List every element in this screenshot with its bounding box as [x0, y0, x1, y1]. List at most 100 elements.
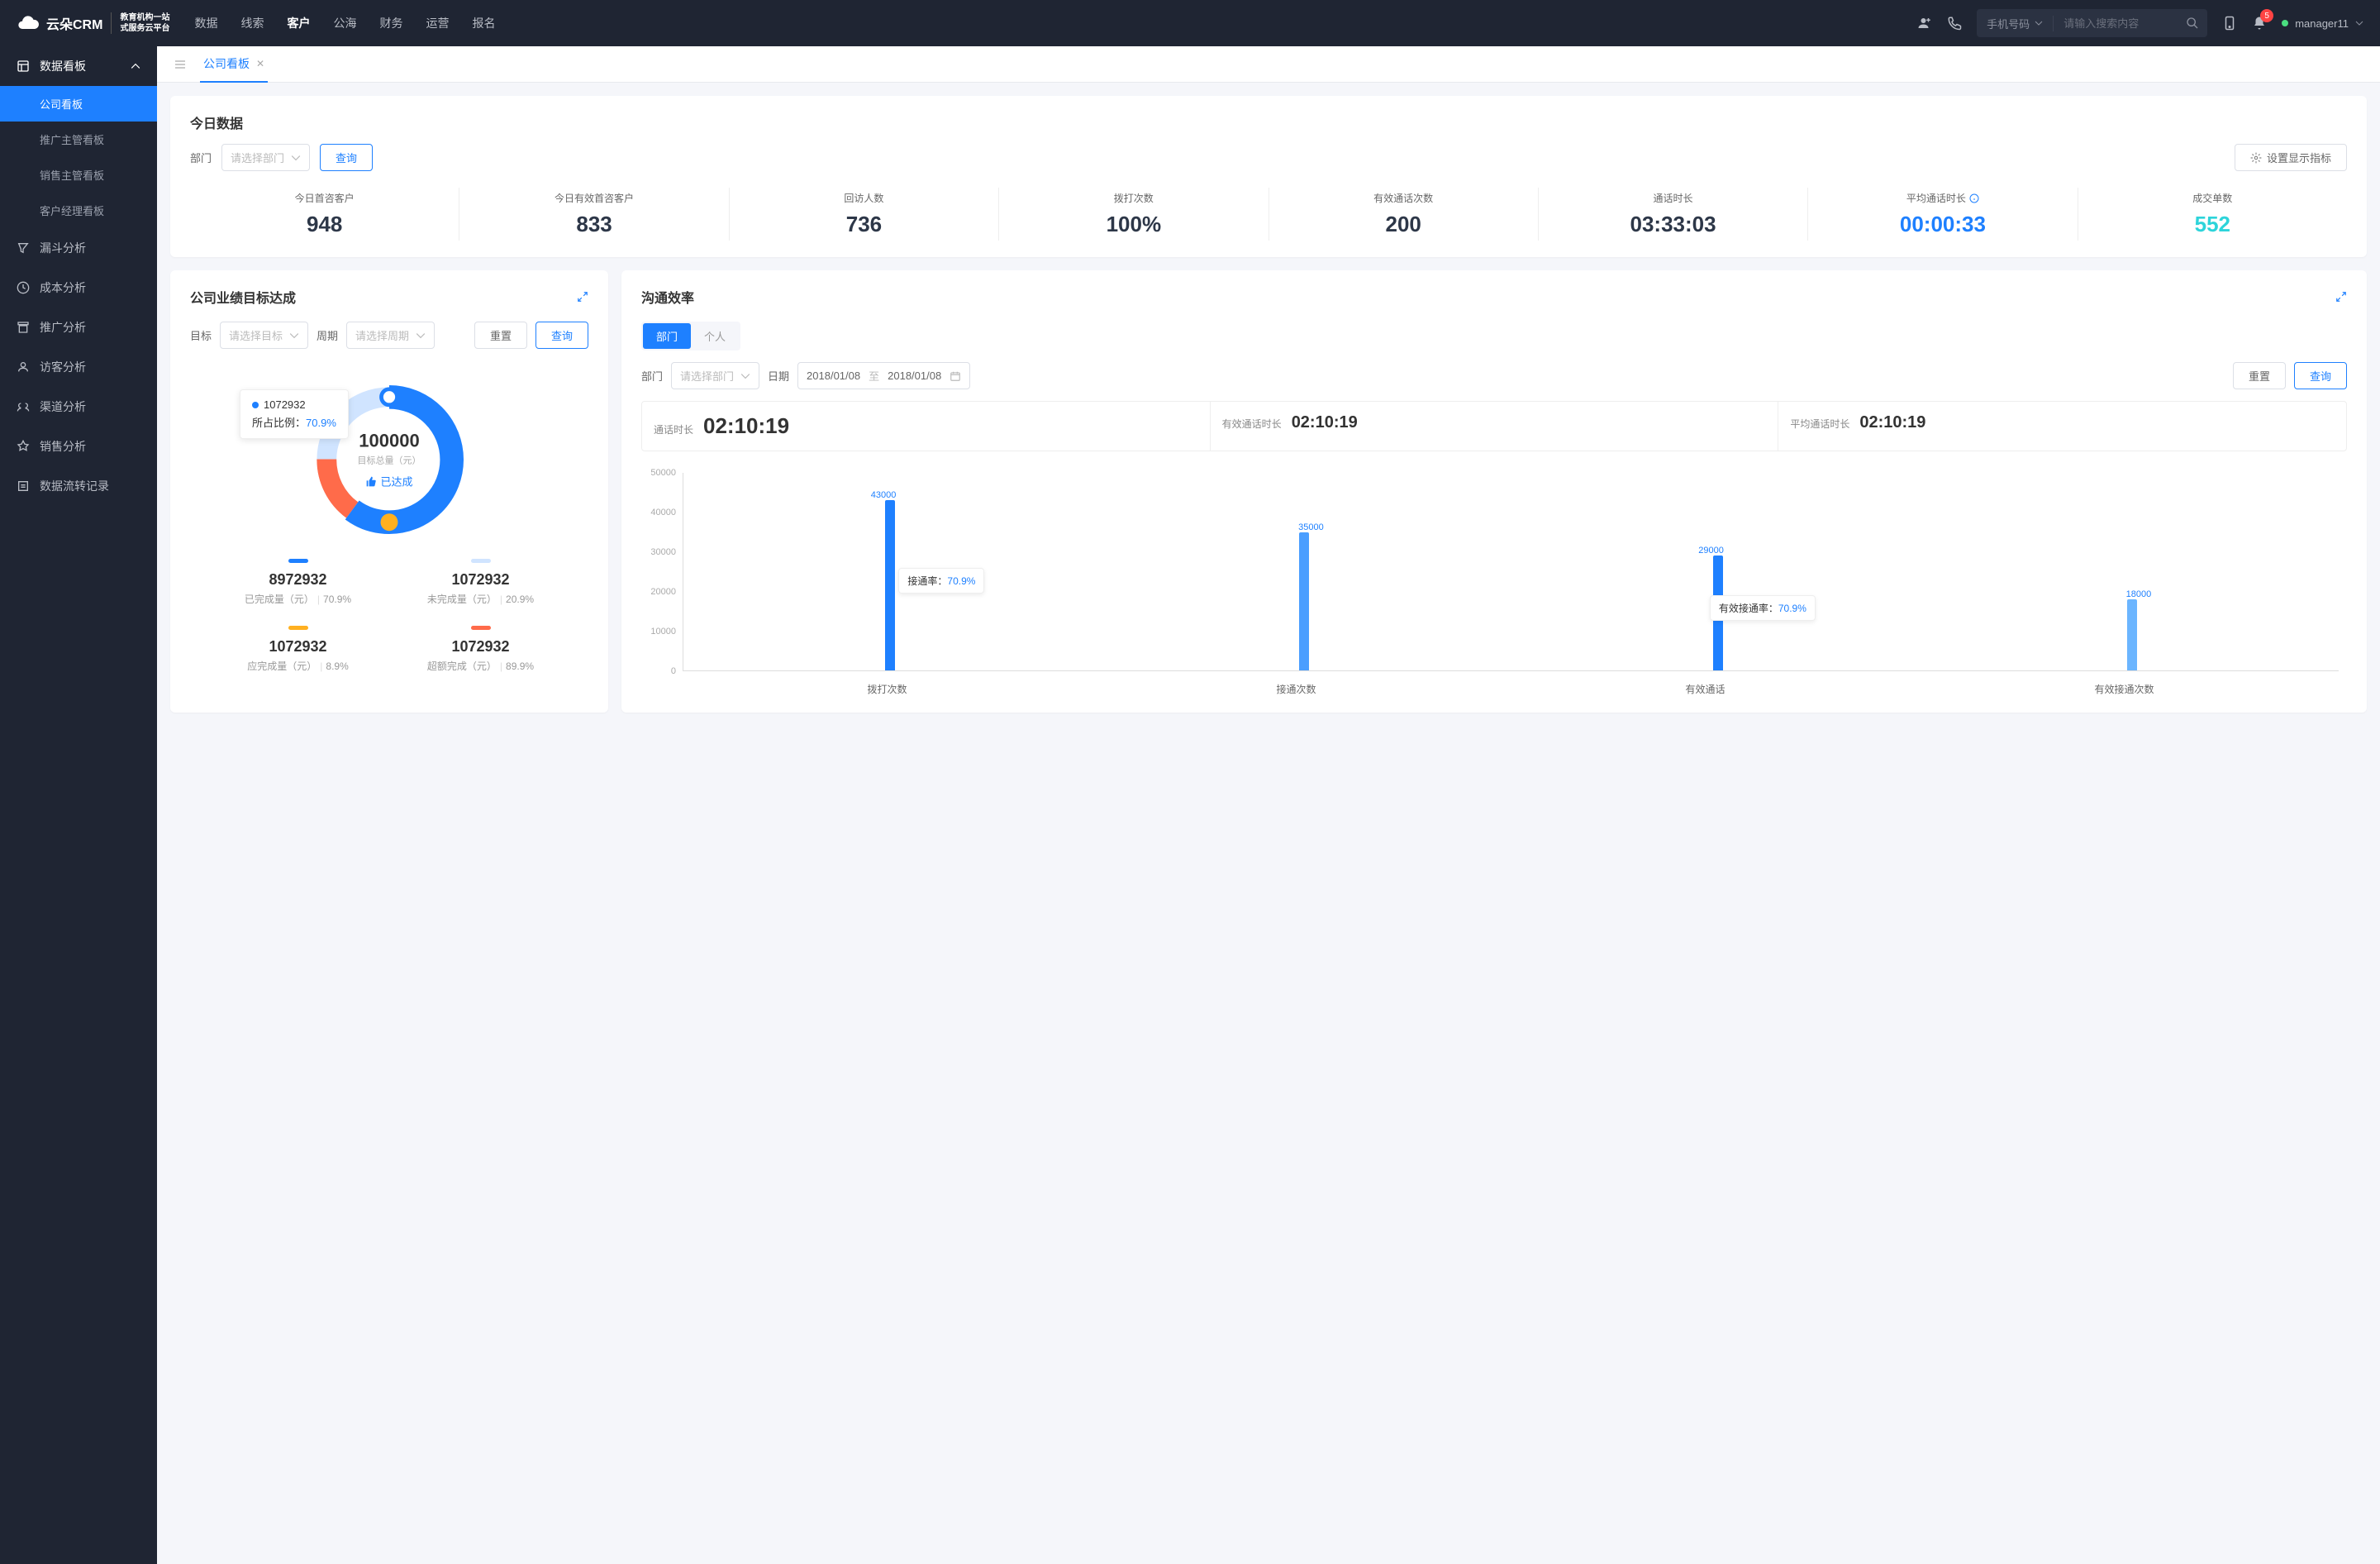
- today-data-card: 今日数据 部门 请选择部门 查询 设置显示指标 今日首咨客户948今日有效首咨客…: [170, 96, 2367, 257]
- user-add-icon[interactable]: [1917, 16, 1932, 31]
- sidebar-item[interactable]: 客户经理看板: [0, 193, 157, 228]
- anno-connect-rate: 接通率：70.9%: [898, 568, 984, 594]
- chevron-down-icon: [289, 331, 299, 341]
- search-input[interactable]: [2054, 17, 2178, 30]
- sidebar-item[interactable]: 渠道分析: [0, 387, 157, 427]
- nav-icon: [17, 241, 30, 255]
- dept-select[interactable]: 请选择部门: [671, 362, 759, 389]
- bar-chart: 01000020000300004000050000 4300035000290…: [641, 465, 2347, 696]
- topnav-item[interactable]: 数据: [194, 12, 217, 35]
- donut-status: 已达成: [358, 474, 421, 489]
- segment-control: 部门 个人: [641, 322, 740, 350]
- chevron-down-icon: [291, 153, 301, 163]
- card-title: 公司业绩目标达成: [190, 287, 296, 307]
- user-name: manager11: [2295, 17, 2349, 30]
- search-button[interactable]: [2178, 9, 2207, 37]
- metric: 通话时长03:33:03: [1539, 188, 1808, 241]
- logo-text: 云朵CRM: [46, 13, 102, 33]
- user-menu[interactable]: manager11: [2282, 17, 2363, 30]
- settings-button[interactable]: 设置显示指标: [2235, 144, 2347, 171]
- period-label: 周期: [317, 327, 338, 343]
- topnav-item[interactable]: 公海: [333, 12, 356, 35]
- query-button[interactable]: 查询: [536, 322, 588, 349]
- topnav-item[interactable]: 报名: [472, 12, 495, 35]
- search-box: 手机号码: [1977, 9, 2207, 37]
- sidebar-item[interactable]: 销售分析: [0, 427, 157, 466]
- nav-icon: [17, 321, 30, 334]
- period-select[interactable]: 请选择周期: [346, 322, 435, 349]
- top-nav: 数据线索客户公海财务 运营报名: [194, 12, 495, 35]
- y-tick: 0: [671, 666, 676, 676]
- gear-icon: [2250, 152, 2262, 164]
- target-select[interactable]: 请选择目标: [220, 322, 308, 349]
- phone-icon[interactable]: [1947, 16, 1962, 31]
- seg-dept[interactable]: 部门: [643, 323, 691, 349]
- nav-icon: [17, 400, 30, 413]
- legend-item: 8972932已完成量（元）|70.9%: [223, 559, 373, 606]
- sidebar-group-dashboard[interactable]: 数据看板: [0, 46, 157, 86]
- sidebar-item[interactable]: 推广分析: [0, 308, 157, 347]
- sidebar-item[interactable]: 推广主管看板: [0, 122, 157, 157]
- sidebar-item[interactable]: 公司看板: [0, 86, 157, 122]
- sidebar-item[interactable]: 销售主管看板: [0, 157, 157, 193]
- metric: 今日有效首咨客户833: [459, 188, 729, 241]
- bell-icon[interactable]: 5: [2252, 16, 2267, 31]
- chevron-down-icon: [740, 371, 750, 381]
- nav-icon: [17, 479, 30, 493]
- close-icon[interactable]: ✕: [256, 58, 264, 69]
- info-icon: [1969, 193, 1979, 203]
- sidebar-item[interactable]: 数据流转记录: [0, 466, 157, 506]
- nav-icon: [17, 281, 30, 294]
- tab-label: 公司看板: [203, 55, 250, 72]
- settings-label: 设置显示指标: [2267, 150, 2331, 165]
- reset-button[interactable]: 重置: [474, 322, 527, 349]
- search-type-select[interactable]: 手机号码: [1977, 16, 2054, 31]
- expand-icon[interactable]: [577, 291, 588, 303]
- date-label: 日期: [768, 368, 789, 384]
- metric: 有效通话次数200: [1269, 188, 1539, 241]
- calendar-icon: [950, 370, 961, 382]
- x-label: 有效通话: [1685, 682, 1725, 696]
- expand-icon[interactable]: [2335, 291, 2347, 303]
- query-button[interactable]: 查询: [320, 144, 373, 171]
- menu-collapse-icon[interactable]: [174, 58, 187, 71]
- legend-item: 1072932未完成量（元）|20.9%: [406, 559, 555, 606]
- dashboard-icon: [17, 60, 30, 73]
- seg-personal[interactable]: 个人: [691, 323, 739, 349]
- reset-button[interactable]: 重置: [2233, 362, 2286, 389]
- sidebar-item[interactable]: 成本分析: [0, 268, 157, 308]
- metric: 今日首咨客户948: [190, 188, 459, 241]
- metric: 成交单数552: [2078, 188, 2347, 241]
- bar-column: 35000: [1283, 473, 1325, 670]
- target-label: 目标: [190, 327, 212, 343]
- sidebar-item[interactable]: 漏斗分析: [0, 228, 157, 268]
- chevron-down-icon: [416, 331, 426, 341]
- dept-label: 部门: [190, 150, 212, 165]
- bar-column: 18000: [2111, 473, 2153, 670]
- topnav-item[interactable]: 客户: [287, 12, 310, 35]
- mobile-icon[interactable]: [2222, 16, 2237, 31]
- tab-company-board[interactable]: 公司看板 ✕: [200, 46, 268, 83]
- logo: 云朵CRM 教育机构一站式服务云平台: [17, 12, 169, 35]
- donut-chart: 1072932 所占比例：70.9% 100000 目标总量（: [190, 360, 588, 559]
- dept-label: 部门: [641, 368, 663, 384]
- date-range-input[interactable]: 2018/01/08 至 2018/01/08: [797, 362, 970, 389]
- chart-tooltip: 1072932 所占比例：70.9%: [240, 389, 349, 439]
- select-placeholder: 请选择部门: [231, 150, 284, 165]
- metric: 回访人数736: [730, 188, 999, 241]
- anno-effective-rate: 有效接通率：70.9%: [1710, 595, 1816, 621]
- dept-select[interactable]: 请选择部门: [221, 144, 310, 171]
- topnav-item[interactable]: 财务: [379, 12, 402, 35]
- card-title: 沟通效率: [641, 287, 694, 307]
- query-button[interactable]: 查询: [2294, 362, 2347, 389]
- metric: 平均通话时长00:00:33: [1808, 188, 2078, 241]
- chevron-up-icon: [131, 61, 140, 71]
- y-tick: 20000: [650, 587, 676, 597]
- sidebar-item[interactable]: 访客分析: [0, 347, 157, 387]
- y-tick: 10000: [650, 627, 676, 637]
- topnav-item[interactable]: 运营: [426, 12, 449, 35]
- thumbs-up-icon: [365, 475, 377, 487]
- tab-bar: 公司看板 ✕: [157, 46, 2380, 83]
- topnav-item[interactable]: 线索: [240, 12, 264, 35]
- logo-subtitle: 教育机构一站式服务云平台: [111, 12, 169, 34]
